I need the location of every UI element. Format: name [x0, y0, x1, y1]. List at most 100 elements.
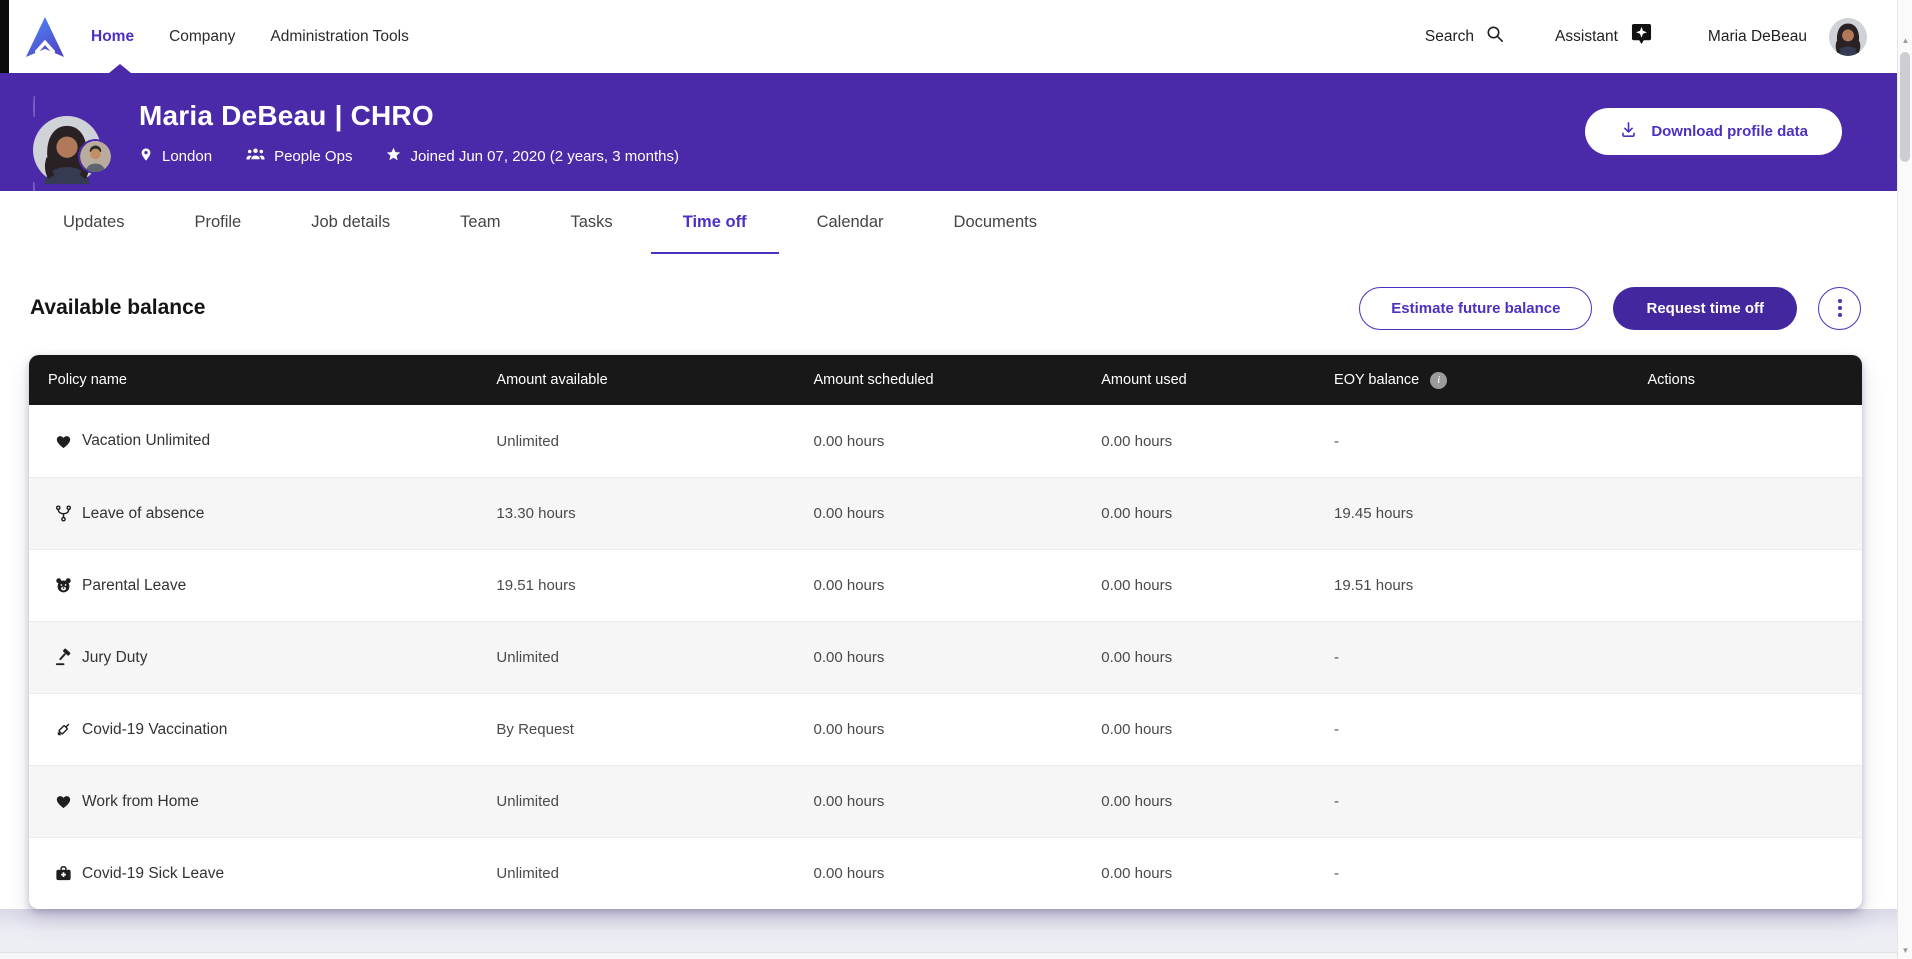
- tab-documents[interactable]: Documents: [954, 213, 1037, 254]
- policy-name: Work from Home: [82, 793, 199, 811]
- amount-available-value: Unlimited: [496, 433, 813, 450]
- download-profile-button[interactable]: Download profile data: [1585, 108, 1842, 155]
- assistant-label: Assistant: [1555, 28, 1618, 46]
- search-label: Search: [1425, 28, 1474, 46]
- amount-used-value: 0.00 hours: [1101, 433, 1334, 450]
- amount-scheduled-value: 0.00 hours: [814, 865, 1102, 882]
- amount-scheduled-value: 0.00 hours: [814, 433, 1102, 450]
- amount-used-value: 0.00 hours: [1101, 721, 1334, 738]
- col-actions: Actions: [1647, 372, 1862, 388]
- star-icon: [386, 147, 401, 166]
- nav-item-home[interactable]: Home: [91, 28, 134, 46]
- nav-links: Home Company Administration Tools: [91, 28, 409, 46]
- amount-available-value: Unlimited: [496, 793, 813, 810]
- joined-label: Joined Jun 07, 2020 (2 years, 3 months): [410, 148, 679, 165]
- search-button[interactable]: Search: [1425, 24, 1505, 49]
- bear-icon: [53, 576, 73, 596]
- section-actions: Estimate future balance Request time off: [1359, 287, 1861, 330]
- table-row[interactable]: Leave of absence 13.30 hours 0.00 hours …: [29, 477, 1862, 549]
- location-item: London: [139, 147, 212, 166]
- assistant-button[interactable]: Assistant: [1555, 23, 1652, 51]
- app-logo-icon[interactable]: [25, 15, 65, 59]
- profile-banner: Maria DeBeau | CHRO London: [0, 73, 1897, 191]
- download-label: Download profile data: [1651, 123, 1808, 140]
- tab-updates[interactable]: Updates: [63, 213, 124, 254]
- scrollbar-thumb[interactable]: [1900, 52, 1910, 162]
- department-item: People Ops: [246, 147, 352, 166]
- scroll-down-arrow-icon[interactable]: ▼: [1898, 946, 1912, 955]
- col-amount-used: Amount used: [1101, 372, 1334, 388]
- col-amount-available: Amount available: [496, 372, 813, 388]
- user-avatar[interactable]: [1829, 18, 1867, 56]
- tab-profile[interactable]: Profile: [194, 213, 241, 254]
- amount-available-value: 19.51 hours: [496, 577, 813, 594]
- amount-scheduled-value: 0.00 hours: [814, 649, 1102, 666]
- table-row[interactable]: Vacation Unlimited Unlimited 0.00 hours …: [29, 405, 1862, 477]
- table-header: Policy name Amount available Amount sche…: [29, 355, 1862, 405]
- col-eoy-balance: EOY balance i: [1334, 372, 1647, 389]
- more-options-button[interactable]: [1818, 287, 1861, 330]
- eoy-balance-value: -: [1334, 433, 1647, 450]
- window-edge: [0, 0, 9, 73]
- people-group-icon: [246, 147, 265, 166]
- policy-name: Vacation Unlimited: [82, 432, 210, 450]
- joined-item: Joined Jun 07, 2020 (2 years, 3 months): [386, 147, 679, 166]
- user-name: Maria DeBeau: [1708, 28, 1807, 46]
- secondary-avatar[interactable]: [78, 139, 113, 174]
- active-nav-notch: [109, 64, 131, 73]
- scroll-up-arrow-icon[interactable]: ▲: [1898, 36, 1912, 45]
- nav-right: Search Assistant Maria DeBeau: [1425, 18, 1897, 56]
- eoy-info-icon[interactable]: i: [1430, 372, 1447, 389]
- amount-used-value: 0.00 hours: [1101, 577, 1334, 594]
- amount-used-value: 0.00 hours: [1101, 793, 1334, 810]
- eoy-balance-value: 19.45 hours: [1334, 505, 1647, 522]
- col-amount-scheduled: Amount scheduled: [814, 372, 1102, 388]
- policy-name: Jury Duty: [82, 649, 147, 667]
- bottom-strip: [0, 952, 1912, 959]
- table-body: Vacation Unlimited Unlimited 0.00 hours …: [29, 405, 1862, 909]
- main-content: Updates Profile Job details Team Tasks Time o…: [0, 191, 1897, 959]
- medbag-icon: [53, 864, 73, 884]
- nav-item-company[interactable]: Company: [169, 28, 235, 46]
- policy-name: Covid-19 Sick Leave: [82, 865, 224, 883]
- user-menu[interactable]: Maria DeBeau: [1708, 18, 1867, 56]
- policy-name: Covid-19 Vaccination: [82, 721, 227, 739]
- nav-item-administration-tools[interactable]: Administration Tools: [270, 28, 408, 46]
- eoy-balance-value: 19.51 hours: [1334, 577, 1647, 594]
- eoy-balance-value: -: [1334, 721, 1647, 738]
- assistant-sparkle-icon: [1631, 23, 1652, 51]
- estimate-future-balance-button[interactable]: Estimate future balance: [1359, 287, 1592, 330]
- tab-calendar[interactable]: Calendar: [817, 213, 884, 254]
- location-label: London: [162, 148, 212, 165]
- table-row[interactable]: Jury Duty Unlimited 0.00 hours 0.00 hour…: [29, 621, 1862, 693]
- eoy-balance-value: -: [1334, 865, 1647, 882]
- amount-used-value: 0.00 hours: [1101, 649, 1334, 666]
- tab-job-details[interactable]: Job details: [311, 213, 390, 254]
- heart-icon: [53, 431, 73, 451]
- amount-used-value: 0.00 hours: [1101, 505, 1334, 522]
- profile-meta: London People Ops: [139, 147, 679, 166]
- amount-scheduled-value: 0.00 hours: [814, 505, 1102, 522]
- top-nav: Home Company Administration Tools Search A…: [9, 0, 1897, 73]
- table-row[interactable]: Work from Home Unlimited 0.00 hours 0.00…: [29, 765, 1862, 837]
- tab-team[interactable]: Team: [460, 213, 500, 254]
- table-row[interactable]: Covid-19 Vaccination By Request 0.00 hou…: [29, 693, 1862, 765]
- page: Home Company Administration Tools Search A…: [0, 0, 1912, 959]
- page-title: Maria DeBeau | CHRO: [139, 100, 679, 132]
- tab-time-off[interactable]: Time off: [683, 213, 747, 254]
- kebab-icon: [1838, 299, 1842, 303]
- policy-name: Leave of absence: [82, 505, 204, 523]
- request-time-off-button[interactable]: Request time off: [1613, 287, 1797, 330]
- amount-available-value: By Request: [496, 721, 813, 738]
- table-row[interactable]: Covid-19 Sick Leave Unlimited 0.00 hours…: [29, 837, 1862, 909]
- tab-bar: Updates Profile Job details Team Tasks Time o…: [63, 191, 1897, 254]
- gavel-icon: [53, 648, 73, 668]
- download-icon: [1619, 120, 1638, 143]
- amount-scheduled-value: 0.00 hours: [814, 577, 1102, 594]
- col-policy-name: Policy name: [29, 372, 496, 388]
- profile-avatar-group[interactable]: [33, 98, 101, 166]
- table-row[interactable]: Parental Leave 19.51 hours 0.00 hours 0.…: [29, 549, 1862, 621]
- vertical-scrollbar[interactable]: ▲ ▼: [1897, 0, 1912, 959]
- amount-available-value: 13.30 hours: [496, 505, 813, 522]
- tab-tasks[interactable]: Tasks: [571, 213, 613, 254]
